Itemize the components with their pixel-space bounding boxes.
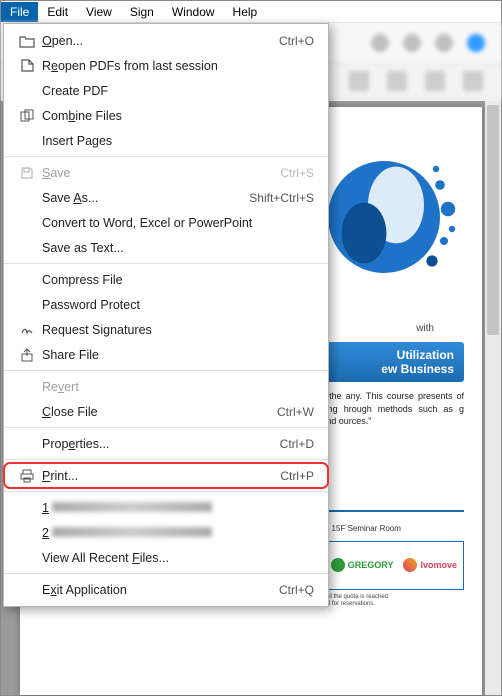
menubar: File Edit View Sign Window Help: [1, 1, 501, 23]
menu-revert: Revert: [4, 374, 328, 399]
menu-help[interactable]: Help: [224, 2, 267, 22]
share-icon: [16, 348, 38, 362]
menu-request-signatures[interactable]: Request Signatures: [4, 317, 328, 342]
menu-exit[interactable]: Exit Application Ctrl+Q: [4, 577, 328, 602]
menu-separator: [4, 370, 328, 371]
logo-icon: [403, 558, 417, 572]
menu-share[interactable]: Share File: [4, 342, 328, 367]
menu-combine[interactable]: Combine Files: [4, 103, 328, 128]
logo-icon: [331, 558, 345, 572]
menu-separator: [4, 156, 328, 157]
menu-properties[interactable]: Properties... Ctrl+D: [4, 431, 328, 456]
menu-sign[interactable]: Sign: [121, 2, 163, 22]
toolbar-icon[interactable]: [425, 71, 445, 91]
print-icon: [16, 469, 38, 483]
toolbar-icon[interactable]: [349, 71, 369, 91]
menu-create-pdf[interactable]: Create PDF: [4, 78, 328, 103]
menu-separator: [4, 573, 328, 574]
menu-separator: [4, 459, 328, 460]
signature-icon: [16, 323, 38, 336]
menu-separator: [4, 427, 328, 428]
menu-window[interactable]: Window: [163, 2, 224, 22]
menu-insert-pages[interactable]: Insert Pages: [4, 128, 328, 153]
menu-separator: [4, 263, 328, 264]
toolbar-icon[interactable]: [463, 71, 483, 91]
file-menu-dropdown: Open... Ctrl+O Reopen PDFs from last ses…: [3, 23, 329, 607]
menu-reopen[interactable]: Reopen PDFs from last session: [4, 53, 328, 78]
recent-filename-redacted: [52, 527, 212, 537]
menu-edit[interactable]: Edit: [38, 2, 77, 22]
menu-convert[interactable]: Convert to Word, Excel or PowerPoint: [4, 210, 328, 235]
menu-print[interactable]: Print... Ctrl+P: [4, 463, 328, 488]
menu-compress[interactable]: Compress File: [4, 267, 328, 292]
menu-view[interactable]: View: [77, 2, 121, 22]
toolbar-icon[interactable]: [371, 34, 389, 52]
vertical-scrollbar[interactable]: [485, 101, 501, 695]
save-icon: [16, 166, 38, 180]
menu-password[interactable]: Password Protect: [4, 292, 328, 317]
menu-file[interactable]: File: [1, 2, 38, 22]
toolbar-icon[interactable]: [403, 34, 421, 52]
toolbar-icon[interactable]: [387, 71, 407, 91]
menu-save: Save Ctrl+S: [4, 160, 328, 185]
folder-open-icon: [16, 34, 38, 48]
combine-icon: [16, 109, 38, 122]
sponsor-logo: Ivomove: [403, 558, 457, 572]
menu-save-as[interactable]: Save As... Shift+Ctrl+S: [4, 185, 328, 210]
menu-save-text[interactable]: Save as Text...: [4, 235, 328, 260]
menu-open[interactable]: Open... Ctrl+O: [4, 28, 328, 53]
menu-recent-2[interactable]: 2: [4, 520, 328, 545]
menu-close-file[interactable]: Close File Ctrl+W: [4, 399, 328, 424]
bell-icon[interactable]: [435, 34, 453, 52]
recent-filename-redacted: [52, 502, 212, 512]
scroll-thumb[interactable]: [487, 105, 499, 335]
sponsor-logo: GREGORY: [331, 558, 394, 572]
menu-view-all-recent[interactable]: View All Recent Files...: [4, 545, 328, 570]
account-icon[interactable]: [467, 34, 485, 52]
history-icon: [16, 58, 38, 73]
menu-recent-1[interactable]: 1: [4, 495, 328, 520]
menu-separator: [4, 491, 328, 492]
